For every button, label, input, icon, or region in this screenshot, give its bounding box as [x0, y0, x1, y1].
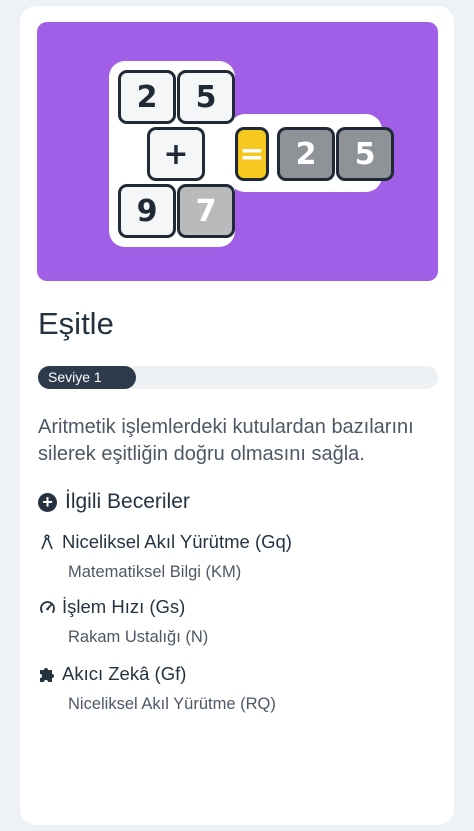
skill-subtitle: Matematiksel Bilgi (KM)	[68, 563, 242, 581]
plus-circle-icon: +	[38, 492, 57, 512]
skill-title: Akıcı Zekâ (Gf)	[62, 663, 187, 684]
tile-top-right[interactable]: 5	[177, 70, 235, 124]
game-title: Eşitle	[38, 306, 114, 341]
game-banner: 2 5 + 9 7 = 2 5	[37, 22, 438, 281]
compass-icon	[38, 533, 56, 551]
skill-item-quantitative: Niceliksel Akıl Yürütme (Gq) Matematikse…	[38, 531, 292, 582]
skill-item-processing-speed: İşlem Hızı (Gs) Rakam Ustalığı (N)	[38, 596, 208, 647]
game-card: 2 5 + 9 7 = 2 5 Eşitle Seviye 1 Aritmeti…	[20, 6, 454, 825]
tile-bottom-left[interactable]: 9	[118, 184, 176, 238]
tile-equals: =	[235, 127, 269, 181]
skill-subtitle: Rakam Ustalığı (N)	[68, 628, 209, 646]
related-skills-header: + İlgili Beceriler	[38, 490, 190, 514]
tile-result-1[interactable]: 2	[277, 127, 335, 181]
tile-bottom-right[interactable]: 7	[177, 184, 235, 238]
related-skills-title: İlgili Beceriler	[65, 490, 190, 513]
tile-top-left[interactable]: 2	[118, 70, 176, 124]
tile-operator-plus[interactable]: +	[147, 127, 205, 181]
speedometer-icon	[38, 598, 56, 616]
skill-title: İşlem Hızı (Gs)	[62, 596, 186, 617]
level-badge: Seviye 1	[38, 366, 136, 389]
game-description: Aritmetik işlemlerdeki kutulardan bazıla…	[38, 416, 414, 465]
level-progress-bar: Seviye 1	[38, 366, 438, 389]
skill-item-fluid-reasoning: Akıcı Zekâ (Gf) Niceliksel Akıl Yürütme …	[38, 663, 276, 714]
tile-result-2[interactable]: 5	[336, 127, 394, 181]
puzzle-icon	[38, 665, 56, 683]
skill-title: Niceliksel Akıl Yürütme (Gq)	[62, 531, 292, 552]
skill-subtitle: Niceliksel Akıl Yürütme (RQ)	[68, 695, 276, 713]
